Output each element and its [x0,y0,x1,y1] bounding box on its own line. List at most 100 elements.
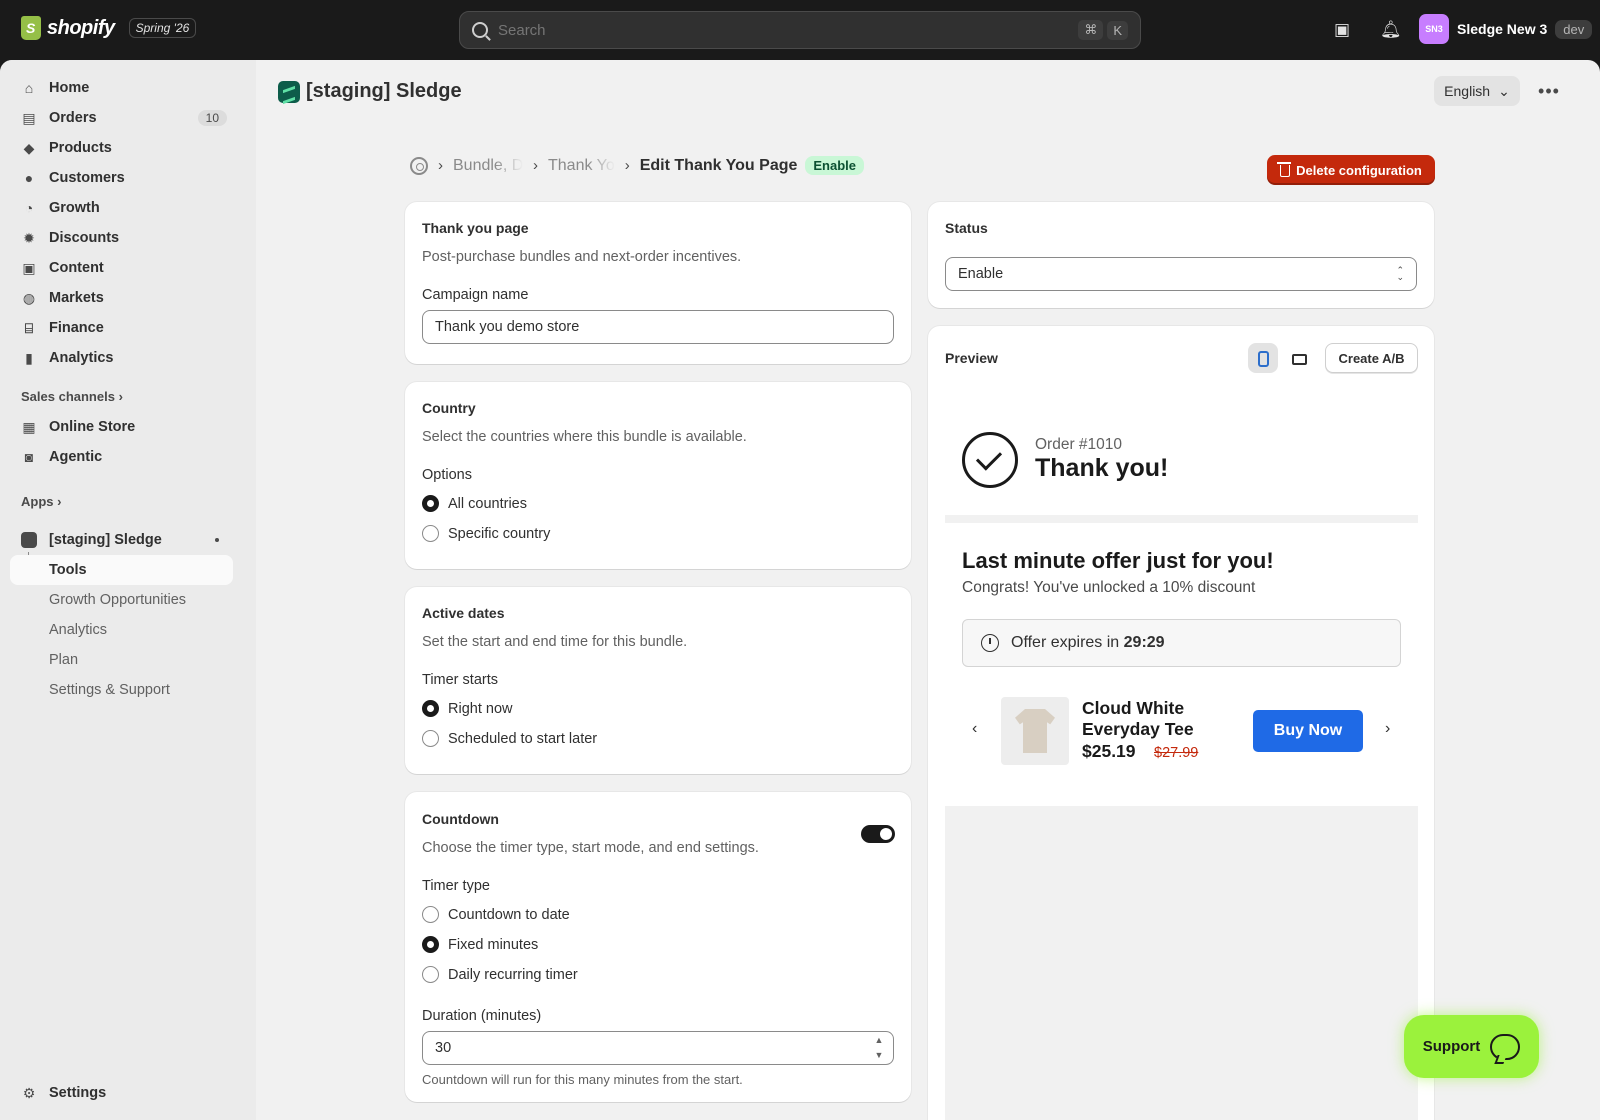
sidebar-item-content[interactable]: ▣ Content [10,253,233,283]
campaign-name-input[interactable] [422,310,894,344]
chevron-right-icon: › [57,494,62,509]
sidebar-item-products[interactable]: ◆ Products [10,133,233,163]
sidebar-item-label: Agentic [49,449,103,465]
more-actions-icon[interactable]: ••• [1534,76,1564,106]
card-subtitle: Set the start and end time for this bund… [422,634,688,650]
chevron-down-icon[interactable]: ▼ [872,1049,886,1062]
search-input[interactable] [498,21,1075,39]
admin-shell: ⌂ Home ▤ Orders 10 ◆ Products ● Customers ◔ Gr… [0,60,1600,1120]
sidebar-item-label: Orders [49,110,97,126]
mobile-preview-button[interactable] [1248,343,1278,373]
card-subtitle: Select the countries where this bundle i… [422,429,747,445]
store-switcher[interactable]: SN3 Sledge New 3 dev [1419,14,1593,44]
card-title: Thank you page [422,220,529,236]
radio-daily-recurring[interactable]: Daily recurring timer [422,966,578,983]
bell-icon[interactable]: 🔔︎ [1380,20,1402,40]
search-bar[interactable]: ⌘ K [459,11,1141,49]
store-icon: ▦ [22,419,36,435]
breadcrumb-link-thank-you[interactable]: Thank Yo [548,157,615,175]
sidebar-item-label: Finance [49,320,104,336]
campaign-name-label: Campaign name [422,287,529,303]
logo-text: shopify [47,16,115,39]
sidebar-item-tools[interactable]: Tools [10,555,233,585]
sidebar-item-label: [staging] Sledge [49,532,162,548]
mobile-icon [1257,351,1269,368]
radio-fixed-minutes[interactable]: Fixed minutes [422,936,538,953]
countdown-card: Countdown Choose the timer type, start m… [405,792,911,1102]
sidebar-item-finance[interactable]: ⌸ Finance [10,313,233,343]
product-price: $25.19 [1082,741,1136,761]
product-name: Cloud White Everyday Tee [1082,698,1194,739]
support-button[interactable]: Support [1404,1015,1539,1078]
chevron-right-icon: › [438,157,443,174]
clock-icon [981,634,999,652]
sidebar-item-analytics[interactable]: ▮ Analytics [10,343,233,373]
agentic-icon: ◙ [24,449,34,465]
chart-icon: ▮ [25,350,33,366]
apps-heading[interactable]: Apps › [21,494,61,509]
breadcrumb-current: Edit Thank You Page [639,156,798,174]
sidebar-item-settings[interactable]: ⚙ Settings [10,1078,233,1108]
sidebar-item-growth-opportunities[interactable]: Growth Opportunities [10,585,233,615]
chevron-up-icon[interactable]: ▲ [872,1034,886,1047]
chevron-right-icon: › [118,389,123,404]
sidebar-item-customers[interactable]: ● Customers [10,163,233,193]
desktop-preview-button[interactable] [1284,343,1314,373]
radio-right-now[interactable]: Right now [422,700,512,717]
number-stepper[interactable]: ▲ ▼ [872,1034,886,1062]
duration-input[interactable] [422,1031,894,1065]
shortcut-key: K [1107,20,1128,40]
card-title: Preview [945,350,998,366]
radio-label: Fixed minutes [448,936,539,953]
release-badge[interactable]: Spring '26 [128,18,197,38]
bank-icon: ⌸ [24,320,34,336]
radio-all-countries[interactable]: All countries [422,495,527,512]
breadcrumb-link-bundle[interactable]: Bundle, D [453,157,523,175]
sidebar-item-online-store[interactable]: ▦ Online Store [10,412,233,442]
create-ab-button[interactable]: Create A/B [1325,343,1418,373]
thank-you-page-card: Thank you page Post-purchase bundles and… [405,202,911,364]
chevron-right-icon[interactable]: › [1385,720,1390,738]
buy-now-button[interactable]: Buy Now [1253,710,1363,752]
radio-button[interactable] [422,495,439,512]
sidebar-item-app-analytics[interactable]: Analytics [10,615,233,645]
timer-starts-label: Timer starts [422,672,498,688]
chevron-down-icon: ⌄ [1498,82,1510,99]
radio-button[interactable] [422,700,439,717]
sidebar-item-markets[interactable]: ◍ Markets [10,283,233,313]
globe-icon: ◍ [22,290,36,306]
sales-channels-heading[interactable]: Sales channels › [21,389,123,404]
sidebar-item-settings-support[interactable]: Settings & Support [10,675,233,705]
settings-gear-icon[interactable] [410,156,428,175]
radio-label: Scheduled to start later [448,730,598,747]
sidebar-item-growth[interactable]: ◔ Growth [10,193,233,223]
card-title: Status [945,220,988,236]
radio-button[interactable] [422,966,439,983]
chevron-left-icon[interactable]: ‹ [972,720,977,738]
radio-button[interactable] [422,525,439,542]
language-selector[interactable]: English ⌄ [1434,76,1520,106]
preview-divider [945,515,1418,523]
shopify-logo[interactable]: shopify Spring '26 [21,16,197,40]
preview-blank-area [945,806,1418,1120]
sidebar-item-discounts[interactable]: ✹ Discounts [10,223,233,253]
radio-button[interactable] [422,936,439,953]
radio-specific-country[interactable]: Specific country [422,525,550,542]
delete-configuration-button[interactable]: Delete configuration [1267,155,1435,185]
status-select-value: Enable [958,266,1004,282]
sidebar-item-home[interactable]: ⌂ Home [10,73,233,103]
radio-button[interactable] [422,730,439,747]
active-dates-card: Active dates Set the start and end time … [405,587,911,774]
card-subtitle: Choose the timer type, start mode, and e… [422,840,759,856]
radio-label: All countries [448,495,527,512]
countdown-toggle[interactable] [861,825,895,843]
status-select[interactable]: Enable ⌃ ⌄ [945,257,1417,291]
sidebar-item-plan[interactable]: Plan [10,645,233,675]
inbox-icon[interactable]: ▣ [1332,20,1352,40]
sidebar-item-orders[interactable]: ▤ Orders 10 [10,103,233,133]
radio-scheduled[interactable]: Scheduled to start later [422,730,597,747]
radio-button[interactable] [422,906,439,923]
sidebar-item-agentic[interactable]: ◙ Agentic [10,442,233,472]
radio-countdown-to-date[interactable]: Countdown to date [422,906,570,923]
sidebar-item-staging-sledge[interactable]: S [staging] Sledge [10,525,233,555]
